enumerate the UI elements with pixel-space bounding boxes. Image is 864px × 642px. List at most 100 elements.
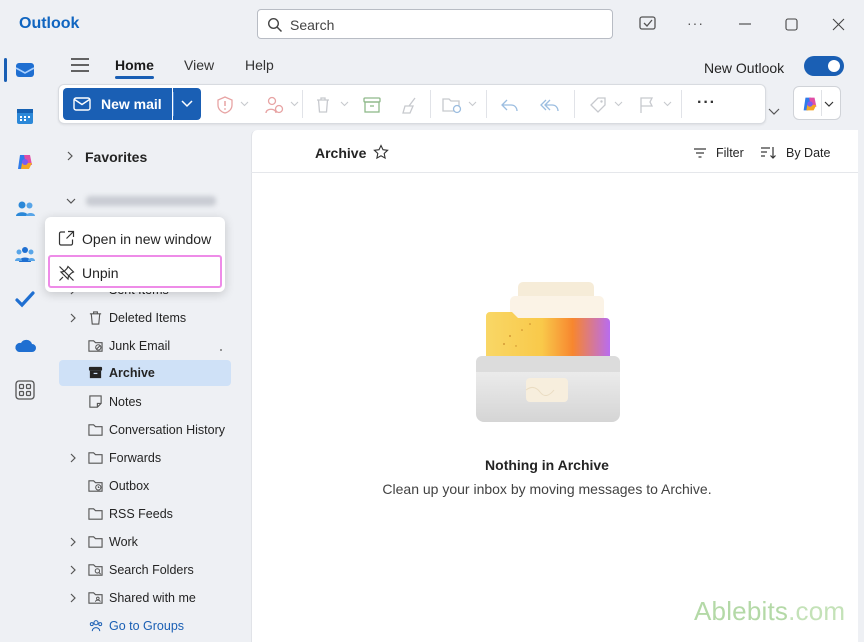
- tab-help[interactable]: Help: [245, 57, 274, 73]
- sweep-rules-icon[interactable]: [264, 96, 284, 114]
- folder-label: Forwards: [109, 451, 162, 465]
- folder-outbox[interactable]: Outbox: [59, 473, 231, 499]
- menu-item-unpin[interactable]: Unpin: [48, 255, 222, 288]
- archive-icon[interactable]: [362, 96, 382, 114]
- rss-icon: [88, 506, 103, 521]
- new-outlook-label: New Outlook: [704, 60, 785, 76]
- new-mail-dropdown-button[interactable]: [173, 88, 201, 120]
- chevron-down-icon[interactable]: [663, 101, 672, 107]
- copilot-divider: [821, 90, 822, 116]
- folder-label: Conversation History: [109, 423, 226, 437]
- folder-label: Search Folders: [109, 563, 194, 577]
- chevron-right-icon[interactable]: [69, 593, 77, 603]
- folder-work[interactable]: Work: [59, 529, 231, 555]
- reply-icon[interactable]: [500, 96, 520, 114]
- menu-item-label: Unpin: [82, 265, 119, 281]
- ribbon-expand-icon[interactable]: [768, 108, 780, 116]
- folder-context-menu: Open in new window Unpin: [45, 217, 225, 292]
- menu-item-open-new-window[interactable]: Open in new window: [45, 223, 225, 253]
- watermark-text-a: Ablebits: [694, 596, 789, 626]
- apps-icon[interactable]: [12, 377, 38, 403]
- rail-active-indicator: [4, 58, 7, 82]
- chevron-right-icon[interactable]: [69, 565, 77, 575]
- chevron-down-icon[interactable]: [66, 197, 76, 205]
- folder-archive[interactable]: Archive: [59, 360, 231, 386]
- chevron-right-icon[interactable]: [69, 453, 77, 463]
- toolbar-divider: [681, 90, 682, 118]
- more-options-icon[interactable]: ···: [687, 15, 704, 31]
- open-in-new-window-icon: [58, 230, 75, 247]
- minimize-icon[interactable]: [738, 17, 752, 31]
- tab-view[interactable]: View: [184, 57, 214, 73]
- groups-icon[interactable]: [12, 241, 38, 267]
- toolbar-divider: [430, 90, 431, 118]
- go-to-groups-link[interactable]: Go to Groups: [59, 613, 231, 639]
- search-icon: [267, 17, 283, 33]
- sort-by-date-button[interactable]: By Date: [786, 146, 830, 160]
- account-name-blurred[interactable]: [86, 196, 216, 206]
- empty-state-subtitle: Clean up your inbox by moving messages t…: [382, 481, 712, 497]
- chevron-down-icon[interactable]: [340, 101, 349, 107]
- folder-label: Deleted Items: [109, 311, 187, 325]
- trash-icon: [88, 310, 103, 325]
- shared-folder-icon: [88, 590, 103, 605]
- chevron-down-icon[interactable]: [290, 101, 299, 107]
- close-icon[interactable]: [832, 18, 845, 31]
- folder-label: Work: [109, 535, 138, 549]
- folder-label: Notes: [109, 395, 142, 409]
- mail-icon[interactable]: [12, 57, 38, 83]
- chevron-down-icon[interactable]: [240, 101, 249, 107]
- hamburger-menu-icon[interactable]: [70, 56, 90, 74]
- outbox-icon: [88, 478, 103, 493]
- people-icon[interactable]: [12, 195, 38, 221]
- folder-junk-email[interactable]: Junk Email: [59, 333, 231, 359]
- unpin-icon: [58, 265, 75, 282]
- folder-rss-feeds[interactable]: RSS Feeds: [59, 501, 231, 527]
- calendar-icon[interactable]: [12, 103, 38, 129]
- copilot-button[interactable]: [793, 86, 841, 120]
- sort-icon[interactable]: [760, 146, 776, 160]
- report-icon[interactable]: [216, 96, 234, 114]
- filter-button[interactable]: Filter: [716, 146, 744, 160]
- folder-label: Go to Groups: [109, 619, 185, 633]
- folder-search-folders[interactable]: Search Folders: [59, 557, 231, 583]
- delete-icon[interactable]: [314, 96, 332, 114]
- folder-forwards[interactable]: Forwards: [59, 445, 231, 471]
- junk-icon: [88, 338, 103, 353]
- tag-icon[interactable]: [589, 96, 609, 114]
- maximize-icon[interactable]: [785, 18, 798, 31]
- todo-icon[interactable]: [12, 287, 38, 313]
- tab-home[interactable]: Home: [115, 57, 154, 73]
- chevron-right-icon[interactable]: [69, 537, 77, 547]
- search-input[interactable]: Search: [257, 9, 613, 39]
- move-to-folder-icon[interactable]: [442, 96, 462, 114]
- decorative-dot: [220, 349, 222, 351]
- folder-icon: [88, 422, 103, 437]
- filter-icon[interactable]: [693, 146, 707, 160]
- chevron-down-icon[interactable]: [468, 101, 477, 107]
- copilot-icon[interactable]: [12, 149, 38, 175]
- ablebits-watermark: Ablebits.com: [694, 596, 845, 627]
- sweep-icon[interactable]: [401, 96, 421, 114]
- chevron-right-icon[interactable]: [66, 151, 74, 161]
- app-title: Outlook: [19, 15, 80, 32]
- favorite-star-icon[interactable]: [373, 144, 389, 160]
- folder-conversation-history[interactable]: Conversation History: [59, 417, 231, 443]
- folder-deleted-items[interactable]: Deleted Items: [59, 305, 231, 331]
- flag-icon[interactable]: [638, 96, 656, 114]
- notes-feedback-icon[interactable]: [638, 14, 658, 34]
- chevron-down-icon[interactable]: [824, 101, 834, 107]
- reply-all-icon[interactable]: [539, 96, 561, 114]
- chevron-right-icon[interactable]: [69, 313, 77, 323]
- folder-shared-with-me[interactable]: Shared with me: [59, 585, 231, 611]
- more-actions-button[interactable]: ···: [697, 94, 716, 112]
- search-folder-icon: [88, 562, 103, 577]
- folder-notes[interactable]: Notes: [59, 389, 231, 415]
- favorites-header[interactable]: Favorites: [85, 149, 147, 165]
- new-outlook-toggle[interactable]: [804, 56, 844, 76]
- new-mail-button[interactable]: New mail: [63, 88, 172, 120]
- chevron-down-icon[interactable]: [614, 101, 623, 107]
- onedrive-icon[interactable]: [12, 333, 38, 359]
- toolbar-divider: [574, 90, 575, 118]
- folder-label: Junk Email: [109, 339, 171, 353]
